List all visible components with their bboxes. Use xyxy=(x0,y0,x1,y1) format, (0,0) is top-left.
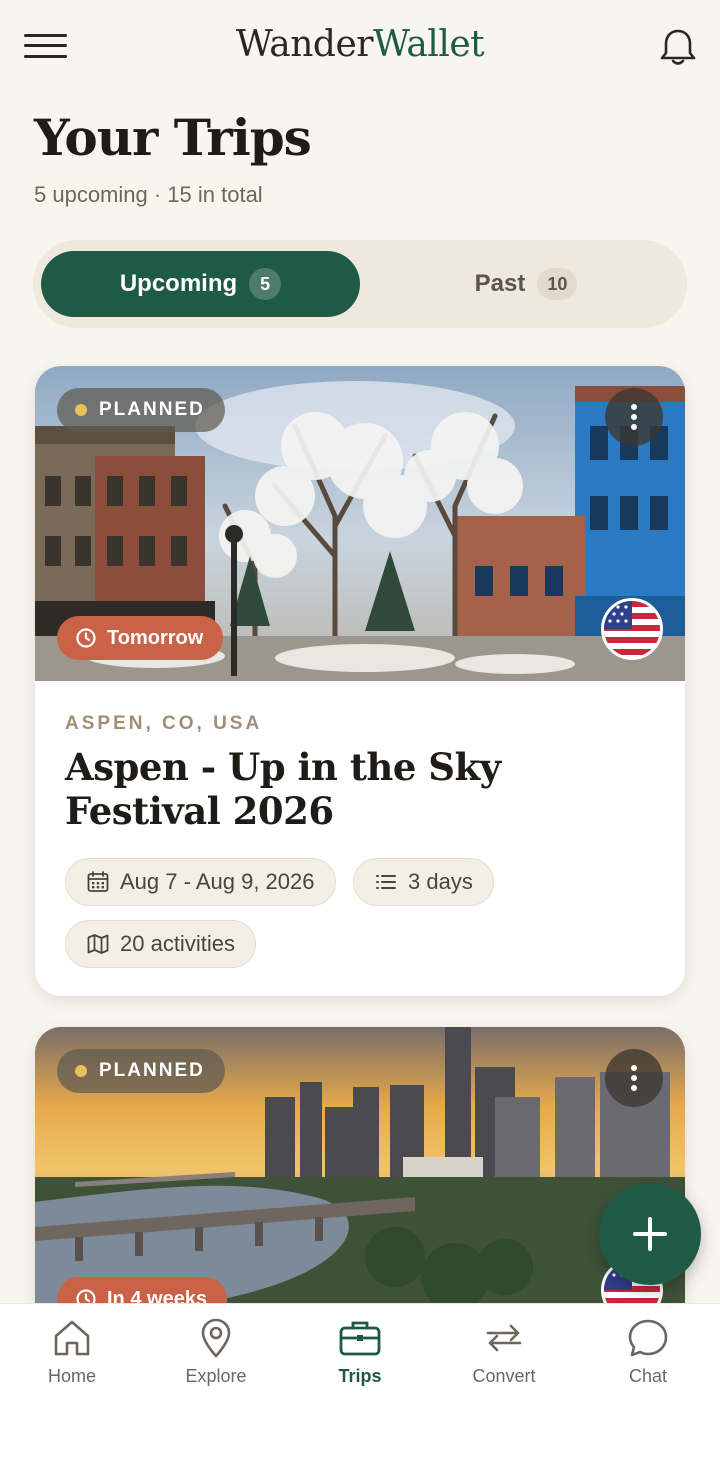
trip-duration: 3 days xyxy=(408,869,473,894)
tab-past-count: 10 xyxy=(537,268,578,300)
nav-home[interactable]: Home xyxy=(0,1312,144,1396)
app-logo: WanderWallet xyxy=(0,24,720,65)
clock-icon xyxy=(76,628,96,648)
trip-status-label: PLANNED xyxy=(99,1060,205,1081)
nav-trips-label: Trips xyxy=(338,1366,382,1386)
trip-status-badge: PLANNED xyxy=(57,1049,225,1093)
trip-dates: Aug 7 - Aug 9, 2026 xyxy=(120,869,315,894)
home-icon xyxy=(54,1320,90,1356)
map-icon xyxy=(87,934,109,954)
us-flag-icon xyxy=(601,598,663,660)
tab-past[interactable]: Past 10 xyxy=(373,251,679,317)
nav-explore-label: Explore xyxy=(185,1366,247,1386)
nav-chat[interactable]: Chat xyxy=(576,1312,720,1396)
nav-chat-label: Chat xyxy=(628,1366,668,1386)
trip-activities: 20 activities xyxy=(120,931,235,956)
swap-icon xyxy=(486,1324,522,1352)
status-dot-icon xyxy=(75,404,87,416)
trip-title: Aspen - Up in the Sky Festival 2026 xyxy=(65,745,501,833)
nav-home-label: Home xyxy=(47,1366,96,1386)
bell-icon[interactable] xyxy=(658,26,698,68)
trip-countdown-label: Tomorrow xyxy=(107,626,204,649)
tab-past-label: Past xyxy=(474,270,526,297)
chat-icon xyxy=(628,1319,668,1357)
calendar-icon xyxy=(87,871,109,892)
map-pin-icon xyxy=(201,1318,231,1358)
nav-convert-label: Convert xyxy=(472,1366,536,1386)
status-dot-icon xyxy=(75,1065,87,1077)
tab-upcoming-label: Upcoming xyxy=(119,270,238,297)
trip-status-label: PLANNED xyxy=(99,399,205,420)
top-app-bar: WanderWallet xyxy=(0,0,720,92)
trip-dates-chip: Aug 7 - Aug 9, 2026 xyxy=(65,858,336,906)
add-trip-button[interactable] xyxy=(599,1183,701,1285)
trip-duration-chip: 3 days xyxy=(353,858,494,906)
briefcase-icon xyxy=(339,1321,381,1356)
trip-location: ASPEN, CO, USA xyxy=(65,713,263,734)
trip-countdown-badge: Tomorrow xyxy=(57,616,224,660)
trip-summary: 5 upcoming · 15 in total xyxy=(34,182,263,207)
trip-card[interactable]: PLANNED In 4 weeks xyxy=(35,1027,685,1327)
page-title: Your Trips xyxy=(34,108,312,167)
nav-convert[interactable]: Convert xyxy=(432,1312,576,1396)
trip-card[interactable]: PLANNED Tomorrow ASPEN, CO, USA Aspen - … xyxy=(35,366,685,996)
nav-trips[interactable]: Trips xyxy=(288,1312,432,1396)
nav-explore[interactable]: Explore xyxy=(144,1312,288,1396)
trip-activities-chip: 20 activities xyxy=(65,920,256,968)
more-options-icon[interactable] xyxy=(605,388,663,446)
plus-icon-vertical xyxy=(648,1217,652,1251)
brand-name-part2: Wallet xyxy=(372,24,485,65)
brand-name-part1: Wander xyxy=(235,24,374,65)
bottom-navigation: Home Explore Trips Convert Chat xyxy=(0,1303,720,1458)
trip-status-badge: PLANNED xyxy=(57,388,225,432)
trips-filter-tabs: Upcoming 5 Past 10 xyxy=(33,240,687,328)
tab-upcoming-count: 5 xyxy=(249,268,282,300)
tab-upcoming[interactable]: Upcoming 5 xyxy=(41,251,360,317)
list-icon xyxy=(376,875,396,889)
more-options-icon[interactable] xyxy=(605,1049,663,1107)
